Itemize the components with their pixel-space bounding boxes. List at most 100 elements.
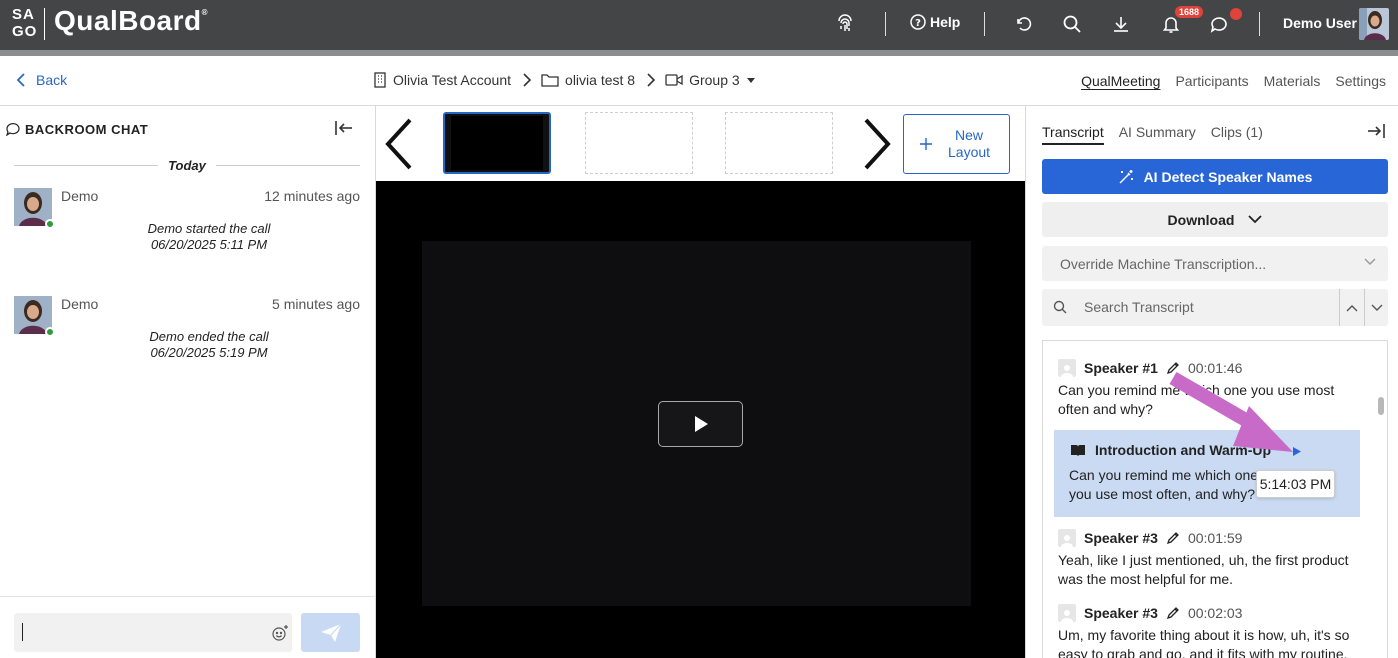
- chevron-up-icon: [1346, 304, 1358, 311]
- segment-timestamp[interactable]: 00:02:03: [1188, 605, 1243, 621]
- chevron-left-icon[interactable]: [380, 116, 416, 175]
- previous-match-button[interactable]: [1339, 289, 1364, 326]
- video-player[interactable]: [376, 181, 1025, 658]
- chevron-right-icon[interactable]: [860, 116, 896, 175]
- ai-detect-speaker-names-button[interactable]: AI Detect Speaker Names: [1042, 159, 1388, 194]
- logo-divider: [44, 8, 45, 40]
- pencil-icon[interactable]: [1166, 606, 1180, 620]
- chevron-down-icon: [1248, 215, 1263, 224]
- layout-strip: New Layout: [376, 106, 1025, 181]
- meeting-nav: QualMeeting Participants Materials Setti…: [1081, 73, 1386, 89]
- person-icon: [1058, 529, 1076, 547]
- qualboard-logo[interactable]: QualBoard®: [54, 5, 208, 37]
- section-text: Can you remind me which one you use most…: [1069, 467, 1259, 502]
- undo-icon[interactable]: [1011, 12, 1035, 36]
- layout-thumbnail[interactable]: [585, 112, 693, 174]
- folder-icon: [541, 74, 559, 87]
- svg-text:?: ?: [915, 18, 921, 29]
- play-icon: [694, 416, 708, 432]
- nav-settings[interactable]: Settings: [1335, 73, 1386, 89]
- video-camera-icon: [665, 74, 683, 86]
- scrollbar[interactable]: [1378, 397, 1384, 415]
- speaker-name[interactable]: Speaker #3: [1084, 605, 1158, 621]
- plus-icon: [920, 138, 932, 150]
- search-transcript: Search Transcript: [1042, 289, 1388, 326]
- topbar-divider: [984, 12, 985, 36]
- segment-text: Yeah, like I just mentioned, uh, the fir…: [1058, 552, 1349, 587]
- notification-badge: 1688: [1175, 6, 1204, 18]
- tab-ai-summary[interactable]: AI Summary: [1119, 124, 1196, 145]
- breadcrumb-account[interactable]: Olivia Test Account: [373, 72, 511, 88]
- online-status-dot: [45, 327, 55, 337]
- download-icon[interactable]: [1109, 12, 1133, 36]
- text-caret: [22, 623, 23, 641]
- user-menu[interactable]: Demo User: [1283, 15, 1357, 31]
- send-icon: [320, 623, 341, 642]
- backroom-chat-panel: BACKROOM CHAT Today Demo 12 minutes ago …: [0, 106, 376, 658]
- sub-bar: Back Olivia Test Account olivia test 8 G…: [0, 56, 1398, 106]
- tab-transcript[interactable]: Transcript: [1042, 124, 1104, 145]
- back-button[interactable]: Back: [16, 72, 67, 88]
- tab-clips[interactable]: Clips (1): [1211, 124, 1263, 145]
- nav-qualmeeting[interactable]: QualMeeting: [1081, 73, 1160, 89]
- layout-thumbnail[interactable]: [725, 112, 833, 174]
- chat-header: BACKROOM CHAT: [6, 122, 148, 137]
- nav-participants[interactable]: Participants: [1175, 73, 1248, 89]
- breadcrumb-project[interactable]: olivia test 8: [541, 72, 635, 88]
- fingerprint-icon[interactable]: [833, 12, 857, 36]
- chat-icon[interactable]: [1207, 12, 1231, 36]
- topbar-divider: [1259, 12, 1260, 36]
- segment-timestamp[interactable]: 00:01:59: [1188, 530, 1243, 546]
- chevron-down-icon: [1364, 258, 1376, 265]
- play-button[interactable]: [658, 401, 743, 447]
- chat-unread-dot: [1230, 8, 1242, 20]
- segment-text: Um, my favorite thing about it is how, u…: [1058, 627, 1350, 658]
- new-layout-button[interactable]: New Layout: [903, 114, 1010, 174]
- download-button[interactable]: Download: [1042, 202, 1388, 237]
- layout-thumbnail-selected[interactable]: [443, 112, 551, 174]
- chevron-down-icon: [1371, 304, 1382, 311]
- nav-materials[interactable]: Materials: [1264, 73, 1321, 89]
- message-body: Demo ended the call 06/20/2025 5:19 PM: [149, 329, 269, 360]
- chat-message-input[interactable]: [14, 613, 292, 652]
- magic-wand-icon: [1119, 169, 1133, 183]
- speaker-name[interactable]: Speaker #3: [1084, 530, 1158, 546]
- help-button[interactable]: ? Help: [910, 14, 960, 30]
- transcript-segment: Speaker #3 00:02:03 Um, my favorite thin…: [1058, 604, 1358, 658]
- override-transcription-select[interactable]: Override Machine Transcription...: [1042, 246, 1388, 281]
- chevron-left-icon: [16, 73, 25, 87]
- breadcrumb-group[interactable]: Group 3: [665, 72, 756, 88]
- next-match-button[interactable]: [1364, 289, 1388, 326]
- transcript-segment: Speaker #3 00:01:59 Yeah, like I just me…: [1058, 529, 1358, 589]
- panel-tabs: Transcript AI Summary Clips (1): [1042, 124, 1263, 145]
- video-area: New Layout: [376, 106, 1025, 658]
- caret-down-icon: [746, 78, 755, 83]
- person-icon: [1058, 359, 1076, 377]
- chat-bubble-icon: [6, 123, 20, 136]
- search-icon: [1053, 300, 1067, 314]
- timestamp-tooltip: 5:14:03 PM: [1256, 470, 1335, 498]
- search-input[interactable]: Search Transcript: [1084, 299, 1194, 315]
- online-status-dot: [45, 219, 55, 229]
- day-divider: Today: [14, 158, 360, 173]
- composer-divider: [0, 596, 375, 597]
- speaker-name[interactable]: Speaker #1: [1084, 360, 1158, 376]
- annotation-arrow: [1169, 371, 1293, 452]
- collapse-panel-icon[interactable]: [334, 120, 354, 139]
- sago-logo[interactable]: SA GO: [12, 6, 38, 40]
- person-icon: [1058, 604, 1076, 622]
- top-bar: SA GO QualBoard® ? Help 1688 Demo User: [0, 0, 1398, 50]
- avatar[interactable]: [1359, 8, 1389, 40]
- building-icon: [374, 72, 386, 88]
- book-icon: [1071, 444, 1085, 456]
- pencil-icon[interactable]: [1166, 531, 1180, 545]
- emoji-icon[interactable]: [271, 624, 289, 645]
- send-button[interactable]: [301, 613, 360, 652]
- topbar-divider: [885, 12, 886, 36]
- message-body: Demo started the call 06/20/2025 5:11 PM: [147, 221, 271, 252]
- chevron-right-icon: [647, 73, 656, 87]
- help-icon: ?: [910, 14, 926, 30]
- collapse-right-panel-icon[interactable]: [1366, 123, 1386, 142]
- search-icon[interactable]: [1060, 12, 1084, 36]
- chevron-right-icon: [523, 73, 532, 87]
